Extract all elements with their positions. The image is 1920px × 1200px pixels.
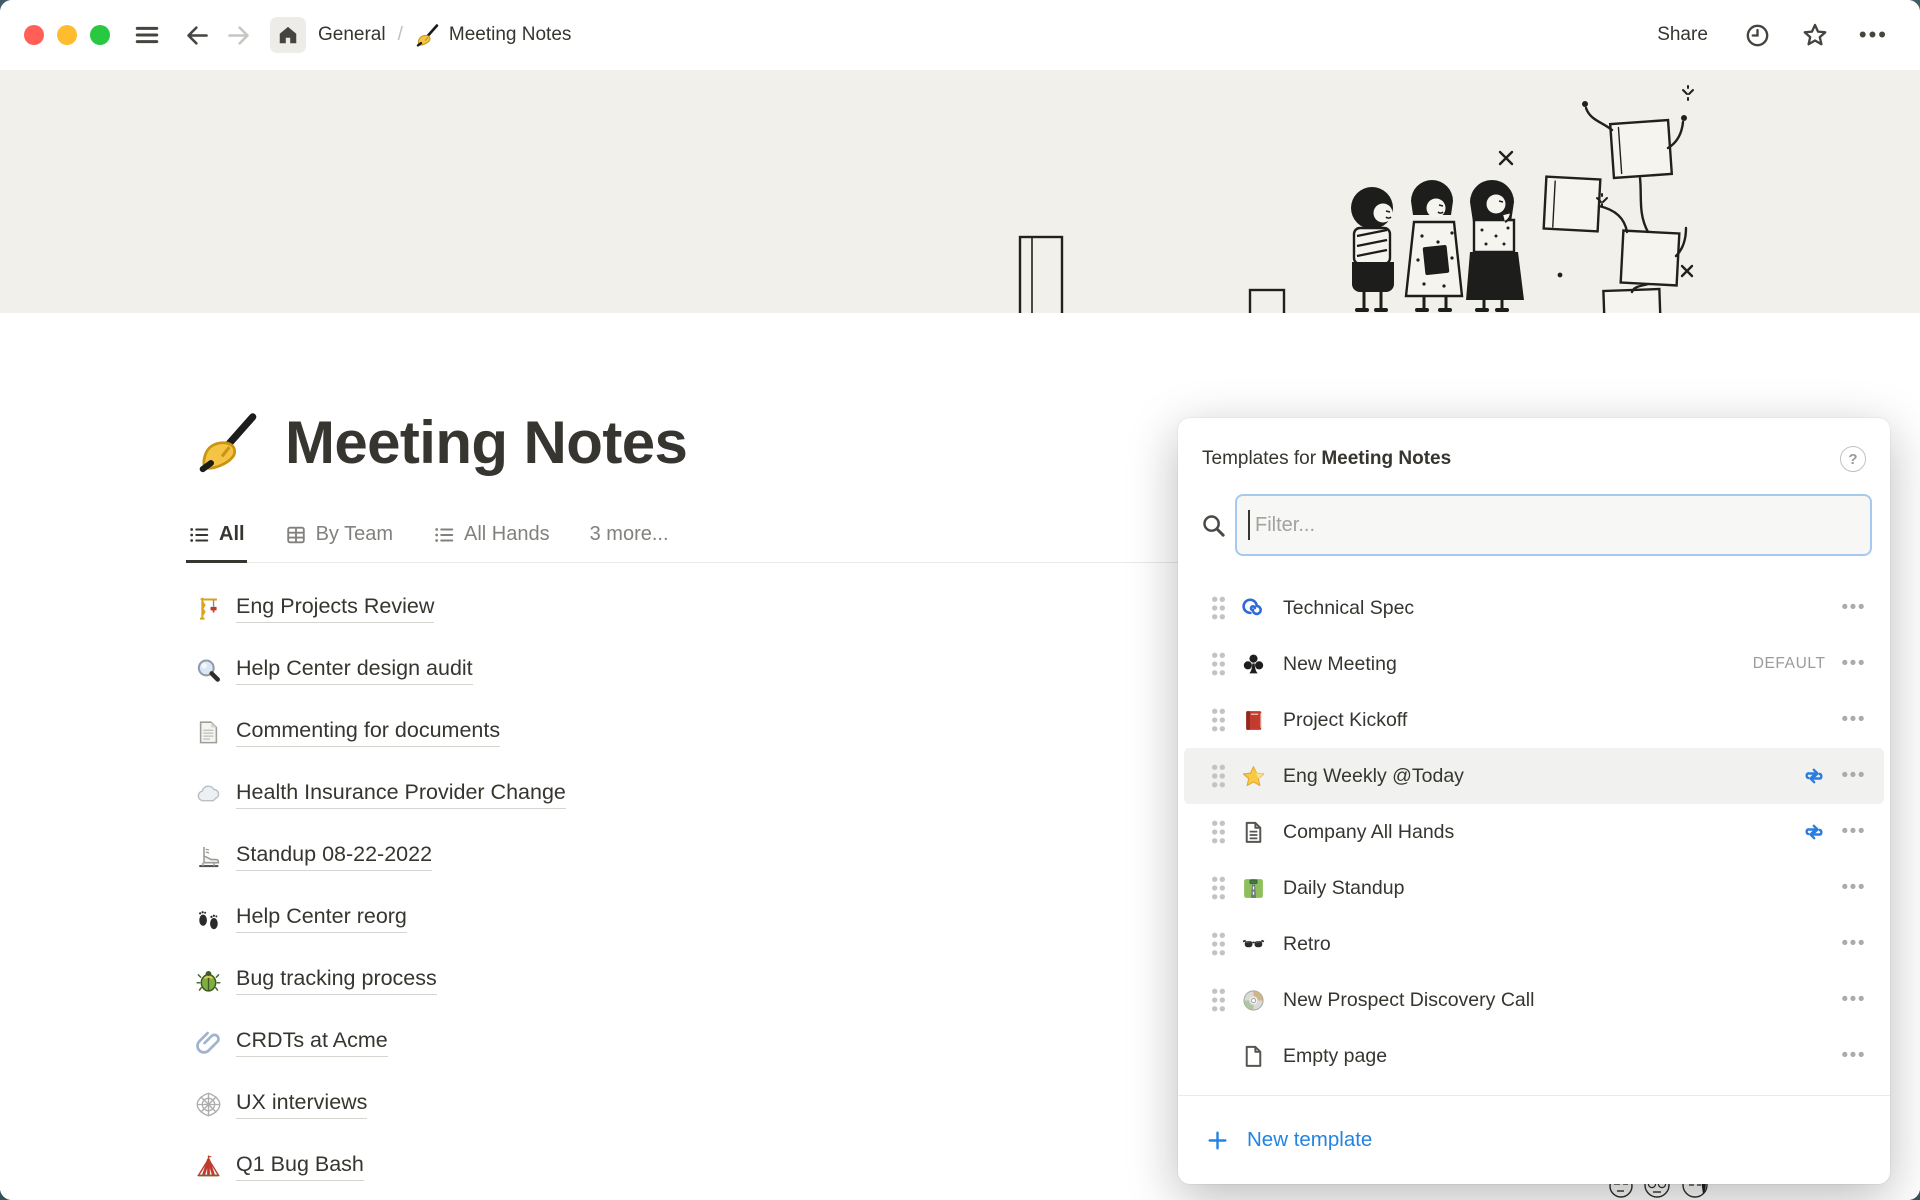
template-row-retro[interactable]: Retro •••	[1184, 916, 1884, 972]
drag-handle-icon[interactable]	[1211, 932, 1226, 956]
footprints-icon	[195, 905, 222, 932]
templates-popup: Templates for Meeting Notes ? Technical …	[1178, 418, 1890, 1184]
spider-web-icon	[195, 1091, 222, 1118]
circus-tent-icon	[195, 1153, 222, 1180]
template-row-daily-standup[interactable]: Daily Standup •••	[1184, 860, 1884, 916]
template-row-project-kickoff[interactable]: Project Kickoff •••	[1184, 692, 1884, 748]
help-icon[interactable]: ?	[1840, 446, 1866, 472]
drag-handle-icon[interactable]	[1211, 820, 1226, 844]
crane-icon	[195, 595, 222, 622]
drag-handle-icon[interactable]	[1211, 652, 1226, 676]
drag-handle-icon[interactable]	[1211, 708, 1226, 732]
tab-more[interactable]: 3 more...	[588, 523, 671, 563]
writing-hand-icon	[415, 23, 440, 48]
page-title[interactable]: Meeting Notes	[285, 408, 687, 477]
home-icon[interactable]	[270, 17, 306, 53]
repeat-icon	[1802, 764, 1826, 788]
notion-window: General / Meeting Notes Share •••	[0, 0, 1920, 1200]
breadcrumb: General / Meeting Notes	[318, 23, 571, 48]
magnifier-icon	[195, 657, 222, 684]
template-row-new-prospect-discovery-call[interactable]: New Prospect Discovery Call •••	[1184, 972, 1884, 1028]
topbar: General / Meeting Notes Share •••	[0, 0, 1920, 70]
clock-icon[interactable]	[1744, 22, 1771, 49]
star-icon	[1241, 764, 1266, 789]
repeat-icon	[1802, 820, 1826, 844]
sunglasses-icon	[1241, 932, 1266, 957]
writing-hand-icon	[195, 410, 261, 476]
list-view-icon	[433, 524, 455, 546]
template-row-company-all-hands[interactable]: Company All Hands •••	[1184, 804, 1884, 860]
page-text-icon	[1241, 820, 1266, 845]
paperclip-icon	[195, 1029, 222, 1056]
filter-input[interactable]	[1235, 494, 1872, 556]
popup-title: Templates for Meeting Notes	[1202, 448, 1451, 470]
back-arrow-icon[interactable]	[184, 22, 211, 49]
breadcrumb-separator: /	[398, 24, 403, 46]
template-row-technical-spec[interactable]: Technical Spec •••	[1184, 580, 1884, 636]
motorway-icon	[1241, 876, 1266, 901]
breadcrumb-page[interactable]: Meeting Notes	[415, 23, 572, 48]
breadcrumb-space[interactable]: General	[318, 24, 386, 46]
close-window-button[interactable]	[24, 25, 44, 45]
star-outline-icon[interactable]	[1801, 21, 1829, 49]
menu-icon[interactable]	[132, 20, 162, 50]
ice-skate-icon	[195, 843, 222, 870]
template-row-eng-weekly[interactable]: Eng Weekly @Today •••	[1184, 748, 1884, 804]
list-view-icon	[188, 524, 210, 546]
drag-handle-icon[interactable]	[1211, 596, 1226, 620]
template-list: Technical Spec ••• New Meeting DEFAULT••…	[1178, 580, 1890, 1084]
default-badge: DEFAULT	[1753, 655, 1826, 673]
beetle-icon	[195, 967, 222, 994]
new-template-button[interactable]: New template	[1178, 1095, 1890, 1184]
tab-all-hands[interactable]: All Hands	[431, 523, 552, 563]
red-book-icon	[1241, 708, 1266, 733]
template-row-new-meeting[interactable]: New Meeting DEFAULT•••	[1184, 636, 1884, 692]
tab-all[interactable]: All	[186, 523, 247, 563]
cloud-icon	[195, 781, 222, 808]
zoom-window-button[interactable]	[90, 25, 110, 45]
cover-illustration	[1000, 70, 1700, 313]
drag-handle-icon[interactable]	[1211, 988, 1226, 1012]
text-caret	[1248, 510, 1250, 540]
cd-icon	[1241, 988, 1266, 1013]
share-button[interactable]: Share	[1651, 23, 1714, 47]
club-icon	[1241, 652, 1266, 677]
page-blank-icon	[1241, 1044, 1266, 1069]
table-view-icon	[285, 524, 307, 546]
drag-handle-icon[interactable]	[1211, 876, 1226, 900]
cyclone-icon	[1241, 596, 1266, 621]
forward-arrow-icon[interactable]	[225, 22, 252, 49]
search-icon	[1200, 512, 1227, 539]
minimize-window-button[interactable]	[57, 25, 77, 45]
tab-by-team[interactable]: By Team	[283, 523, 395, 563]
document-icon	[195, 719, 222, 746]
template-row-empty-page[interactable]: Empty page •••	[1184, 1028, 1884, 1084]
page-cover[interactable]	[0, 70, 1920, 313]
drag-handle-icon[interactable]	[1211, 764, 1226, 788]
traffic-lights	[24, 25, 110, 45]
plus-icon	[1205, 1128, 1230, 1153]
